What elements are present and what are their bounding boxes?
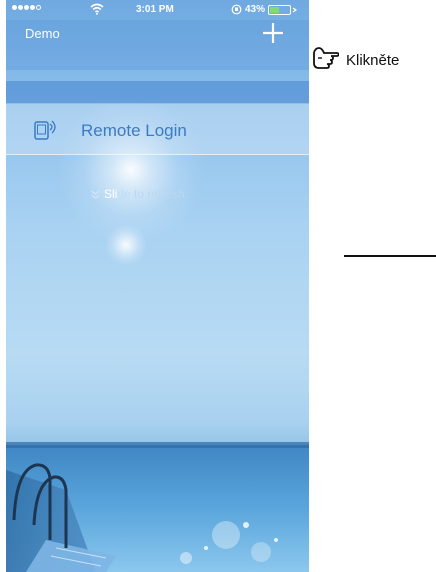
- battery-icon: [268, 5, 298, 15]
- section-header-strip: [6, 81, 309, 103]
- list-item-remote-login[interactable]: Remote Login: [6, 104, 309, 155]
- wifi-icon: [90, 3, 104, 15]
- plus-icon[interactable]: [260, 20, 286, 46]
- status-time: 3:01 PM: [136, 4, 174, 15]
- annotation-divider-line: [344, 255, 436, 257]
- page: 3:01 PM 43% Demo Remote Login Slide to r…: [0, 0, 436, 572]
- signal-strength-icon: [12, 5, 41, 10]
- phone-screen: 3:01 PM 43% Demo Remote Login Slide to r…: [6, 0, 309, 572]
- orientation-lock-icon: [231, 4, 242, 15]
- pull-to-refresh-hint: Slide to refresh.: [90, 187, 188, 201]
- pool-background-image: [6, 442, 309, 572]
- pointing-hand-icon: [313, 47, 339, 69]
- status-bar: 3:01 PM 43%: [6, 0, 309, 20]
- refresh-hint-text: Slide to refresh.: [104, 187, 189, 201]
- remote-device-icon: [34, 120, 56, 140]
- nav-title-demo[interactable]: Demo: [25, 26, 60, 41]
- battery-percent: 43%: [245, 4, 266, 15]
- lens-flare: [106, 225, 146, 265]
- chevron-down-double-icon: [91, 189, 100, 199]
- annotation-label: Klikněte: [346, 52, 400, 69]
- list-item-label: Remote Login: [81, 121, 187, 140]
